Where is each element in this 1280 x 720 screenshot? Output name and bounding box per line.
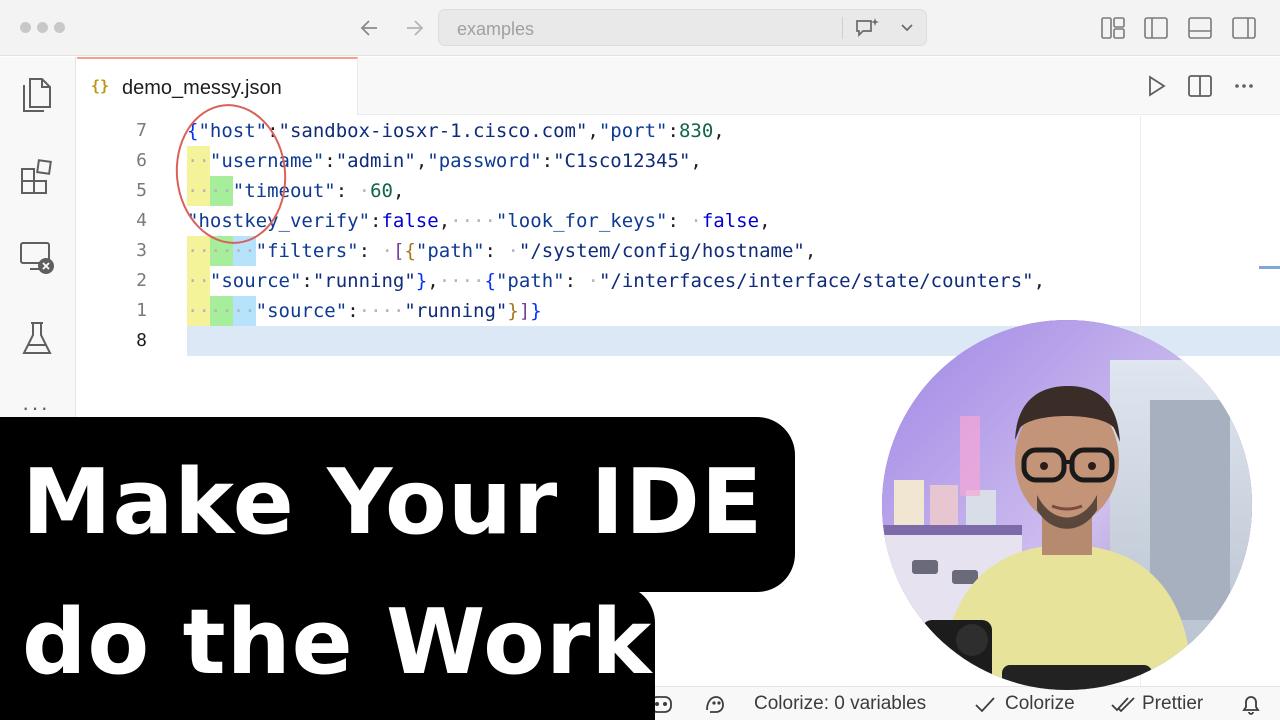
line-number: 1 [136, 300, 147, 321]
overlay-title-line2: do the Work [22, 590, 653, 695]
colorize-status[interactable]: Colorize [1005, 693, 1075, 715]
line-number: 5 [136, 180, 147, 201]
back-arrow-icon[interactable] [356, 14, 384, 42]
line-number-current: 8 [136, 330, 147, 351]
ide-window: examples ··· {} demo_messy.json 7 6 5 4 … [0, 0, 1280, 720]
bell-icon[interactable] [1240, 692, 1262, 716]
double-check-icon [1111, 697, 1135, 713]
extensions-icon[interactable] [18, 157, 56, 197]
check-icon [975, 697, 995, 713]
toggle-right-sidebar-icon[interactable] [1231, 15, 1257, 41]
title-bar: examples [0, 0, 1280, 56]
chat-sparkle-icon[interactable] [853, 16, 881, 40]
json-file-icon: {} [91, 77, 110, 95]
window-controls[interactable] [20, 22, 65, 33]
forward-arrow-icon[interactable] [400, 14, 428, 42]
search-placeholder: examples [457, 19, 535, 39]
webcam-presenter [882, 320, 1252, 690]
line-number: 2 [136, 270, 147, 291]
command-center-search[interactable]: examples [438, 9, 927, 46]
line-number: 6 [136, 150, 147, 171]
editor-tab-strip: {} demo_messy.json [77, 57, 1280, 115]
tab-label: demo_messy.json [122, 77, 282, 99]
toggle-left-sidebar-icon[interactable] [1143, 15, 1169, 41]
code-line[interactable]: ······"filters": ·[{"path": ·"/system/co… [187, 236, 816, 266]
presenter-photo [882, 320, 1252, 690]
explorer-icon[interactable] [18, 75, 56, 115]
layout-panels-icon[interactable] [1100, 15, 1126, 41]
colorize-variables-status[interactable]: Colorize: 0 variables [754, 693, 926, 715]
line-number: 3 [136, 240, 147, 261]
run-icon[interactable] [1143, 73, 1169, 99]
scrollbar-marker[interactable] [1259, 266, 1280, 269]
toggle-panel-icon[interactable] [1187, 15, 1213, 41]
line-number: 4 [136, 210, 147, 231]
split-editor-icon[interactable] [1187, 73, 1213, 99]
code-line[interactable]: ··"source":"running"},····{"path": ·"/in… [187, 266, 1045, 296]
chevron-down-icon[interactable] [899, 19, 915, 35]
overlay-title-line1: Make Your IDE [22, 450, 764, 555]
testing-icon[interactable] [18, 319, 56, 359]
line-number: 7 [136, 120, 147, 141]
more-actions-icon[interactable] [1231, 73, 1257, 99]
remote-explorer-icon[interactable] [18, 237, 56, 277]
search-divider [842, 17, 843, 39]
feedback-icon[interactable] [702, 692, 728, 716]
code-line[interactable]: ······"source":····"running"}]} [187, 296, 542, 326]
prettier-status[interactable]: Prettier [1142, 693, 1203, 715]
